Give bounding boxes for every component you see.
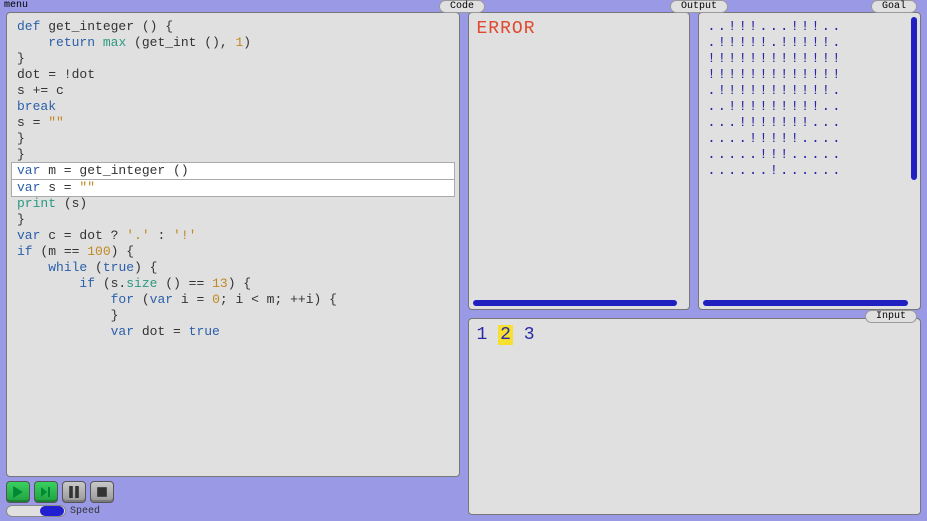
code-line[interactable]: if (m == 100) { (11, 244, 455, 260)
code-line[interactable]: var dot = true (11, 324, 455, 340)
code-line[interactable]: def get_integer () { (11, 19, 455, 35)
code-line[interactable]: } (11, 147, 455, 163)
goal-content: ..!!!...!!!.. .!!!!!.!!!!!. !!!!!!!!!!!!… (707, 19, 912, 179)
code-line[interactable]: } (11, 51, 455, 67)
code-line[interactable]: break (11, 99, 455, 115)
code-line[interactable]: while (true) { (11, 260, 455, 276)
code-line[interactable]: dot = !dot (11, 67, 455, 83)
goal-panel-label-top: Goal (871, 0, 917, 13)
goal-scrollbar-v[interactable] (911, 17, 917, 180)
code-line[interactable]: var s = "" (11, 179, 455, 197)
pause-icon (68, 486, 80, 498)
code-panel-label-top: Code (439, 0, 485, 13)
output-panel: Output ERROR (468, 12, 691, 310)
code-line[interactable]: for (var i = 0; i < m; ++i) { (11, 292, 455, 308)
code-editor[interactable]: def get_integer () { return max (get_int… (6, 12, 460, 477)
speed-slider-thumb[interactable] (40, 506, 64, 516)
playback-controls (6, 477, 460, 505)
code-line[interactable]: var m = get_integer () (11, 162, 455, 180)
play-button[interactable] (6, 481, 30, 503)
code-line[interactable]: return max (get_int (), 1) (11, 35, 455, 51)
menu-label[interactable]: menu (4, 0, 28, 11)
stop-icon (96, 486, 108, 498)
code-line[interactable]: s += c (11, 83, 455, 99)
input-token: 3 (524, 325, 535, 345)
speed-label: Speed (70, 506, 100, 517)
step-button[interactable] (34, 481, 58, 503)
output-error: ERROR (477, 19, 682, 39)
input-panel: Input 1 2 3 (468, 318, 922, 515)
output-panel-label-top: Output (670, 0, 728, 13)
output-scrollbar-h[interactable] (473, 300, 678, 306)
goal-scrollbar-h[interactable] (703, 300, 908, 306)
pause-button[interactable] (62, 481, 86, 503)
input-token: 1 (477, 325, 488, 345)
code-line[interactable]: } (11, 212, 455, 228)
code-line[interactable]: } (11, 308, 455, 324)
speed-slider[interactable] (6, 505, 66, 517)
code-line[interactable]: var c = dot ? '.' : '!' (11, 228, 455, 244)
code-line[interactable]: } (11, 131, 455, 147)
step-icon (40, 486, 52, 498)
play-icon (12, 486, 24, 498)
input-panel-label-top: Input (865, 310, 917, 323)
code-line[interactable]: if (s.size () == 13) { (11, 276, 455, 292)
stop-button[interactable] (90, 481, 114, 503)
input-token: 2 (498, 325, 513, 345)
input-content: 1 2 3 (477, 325, 913, 345)
goal-panel: Goal ..!!!...!!!.. .!!!!!.!!!!!. !!!!!!!… (698, 12, 921, 310)
code-line[interactable]: print (s) (11, 196, 455, 212)
code-line[interactable]: s = "" (11, 115, 455, 131)
